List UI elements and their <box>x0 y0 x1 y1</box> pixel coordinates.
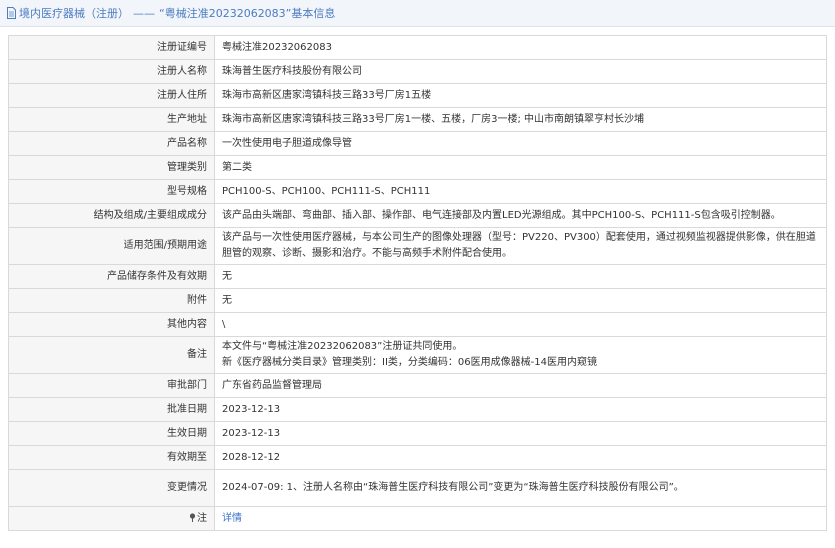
row-value: \ <box>214 312 827 337</box>
row-label: 审批部门 <box>8 373 215 398</box>
row-label: 批准日期 <box>8 397 215 422</box>
row-approval-date: 批准日期 2023-12-13 <box>8 397 827 422</box>
row-label: 管理类别 <box>8 155 215 180</box>
page-header: 境内医疗器械（注册） —— “粤械注准20232062083”基本信息 <box>0 0 835 27</box>
row-label: 注册证编号 <box>8 35 215 60</box>
row-registrant-address: 注册人住所 珠海市高新区唐家湾镇科技三路33号厂房1五楼 <box>8 83 827 108</box>
detail-table: 注册证编号 粤械注准20232062083 注册人名称 珠海普生医疗科技股份有限… <box>8 35 827 531</box>
row-label: 适用范围/预期用途 <box>8 227 215 265</box>
details-link[interactable]: 详情 <box>222 513 242 524</box>
row-label: 生效日期 <box>8 421 215 446</box>
row-label: 生产地址 <box>8 107 215 132</box>
row-label: 附件 <box>8 288 215 313</box>
row-value: 广东省药品监督管理局 <box>214 373 827 398</box>
row-model-spec: 型号规格 PCH100-S、PCH100、PCH111-S、PCH111 <box>8 179 827 204</box>
row-label: 有效期至 <box>8 445 215 470</box>
row-value: 本文件与“粤械注准20232062083”注册证共同使用。 新《医疗器械分类目录… <box>214 336 827 374</box>
row-registrant-name: 注册人名称 珠海普生医疗科技股份有限公司 <box>8 59 827 84</box>
pin-icon <box>189 512 196 522</box>
row-value: 2028-12-12 <box>214 445 827 470</box>
row-value: PCH100-S、PCH100、PCH111-S、PCH111 <box>214 179 827 204</box>
row-approval-department: 审批部门 广东省药品监督管理局 <box>8 373 827 398</box>
row-value: 详情 <box>214 506 827 531</box>
row-label: 备注 <box>8 336 215 374</box>
row-value: 一次性使用电子胆道成像导管 <box>214 131 827 156</box>
row-intended-use: 适用范围/预期用途 该产品与一次性使用医疗器械，与本公司生产的图像处理器（型号：… <box>8 227 827 265</box>
row-label: 变更情况 <box>8 469 215 507</box>
row-value: 2023-12-13 <box>214 421 827 446</box>
row-value: 2024-07-09: 1、注册人名称由“珠海普生医疗科技有限公司”变更为“珠海… <box>214 469 827 507</box>
row-change-history: 变更情况 2024-07-09: 1、注册人名称由“珠海普生医疗科技有限公司”变… <box>8 469 827 507</box>
title-separator: —— <box>133 6 155 20</box>
remark-line: 本文件与“粤械注准20232062083”注册证共同使用。 <box>222 341 463 352</box>
detail-table-container: 注册证编号 粤械注准20232062083 注册人名称 珠海普生医疗科技股份有限… <box>8 35 827 531</box>
row-label: 其他内容 <box>8 312 215 337</box>
row-value: 第二类 <box>214 155 827 180</box>
row-label: 结构及组成/主要组成成分 <box>8 203 215 228</box>
row-production-address: 生产地址 珠海市高新区唐家湾镇科技三路33号厂房1一楼、五楼，厂房3一楼; 中山… <box>8 107 827 132</box>
row-label: 注 <box>8 506 215 531</box>
row-value: 珠海市高新区唐家湾镇科技三路33号厂房1五楼 <box>214 83 827 108</box>
row-structure-composition: 结构及组成/主要组成成分 该产品由头端部、弯曲部、插入部、操作部、电气连接部及内… <box>8 203 827 228</box>
section-title: 境内医疗器械（注册） <box>19 7 129 20</box>
row-label: 产品名称 <box>8 131 215 156</box>
document-icon <box>7 7 16 19</box>
row-value: 该产品与一次性使用医疗器械，与本公司生产的图像处理器（型号：PV220、PV30… <box>214 227 827 265</box>
row-value: 粤械注准20232062083 <box>214 35 827 60</box>
row-value: 无 <box>214 288 827 313</box>
row-effective-date: 生效日期 2023-12-13 <box>8 421 827 446</box>
row-valid-until: 有效期至 2028-12-12 <box>8 445 827 470</box>
row-label: 注册人名称 <box>8 59 215 84</box>
remark-line: 新《医疗器械分类目录》管理类别：II类，分类编码：06医用成像器械-14医用内窥… <box>222 357 597 368</box>
note-label: 注 <box>197 512 207 524</box>
row-registration-number: 注册证编号 粤械注准20232062083 <box>8 35 827 60</box>
row-note: 注 详情 <box>8 506 827 531</box>
row-label: 产品储存条件及有效期 <box>8 264 215 289</box>
row-label: 注册人住所 <box>8 83 215 108</box>
row-value: 2023-12-13 <box>214 397 827 422</box>
row-label: 型号规格 <box>8 179 215 204</box>
row-remarks: 备注 本文件与“粤械注准20232062083”注册证共同使用。 新《医疗器械分… <box>8 336 827 374</box>
row-value: 珠海普生医疗科技股份有限公司 <box>214 59 827 84</box>
row-value: 该产品由头端部、弯曲部、插入部、操作部、电气连接部及内置LED光源组成。其中PC… <box>214 203 827 228</box>
row-management-category: 管理类别 第二类 <box>8 155 827 180</box>
row-other-content: 其他内容 \ <box>8 312 827 337</box>
row-storage-validity: 产品储存条件及有效期 无 <box>8 264 827 289</box>
row-product-name: 产品名称 一次性使用电子胆道成像导管 <box>8 131 827 156</box>
page-title: “粤械注准20232062083”基本信息 <box>159 7 336 20</box>
row-attachment: 附件 无 <box>8 288 827 313</box>
row-value: 无 <box>214 264 827 289</box>
row-value: 珠海市高新区唐家湾镇科技三路33号厂房1一楼、五楼，厂房3一楼; 中山市南朗镇翠… <box>214 107 827 132</box>
